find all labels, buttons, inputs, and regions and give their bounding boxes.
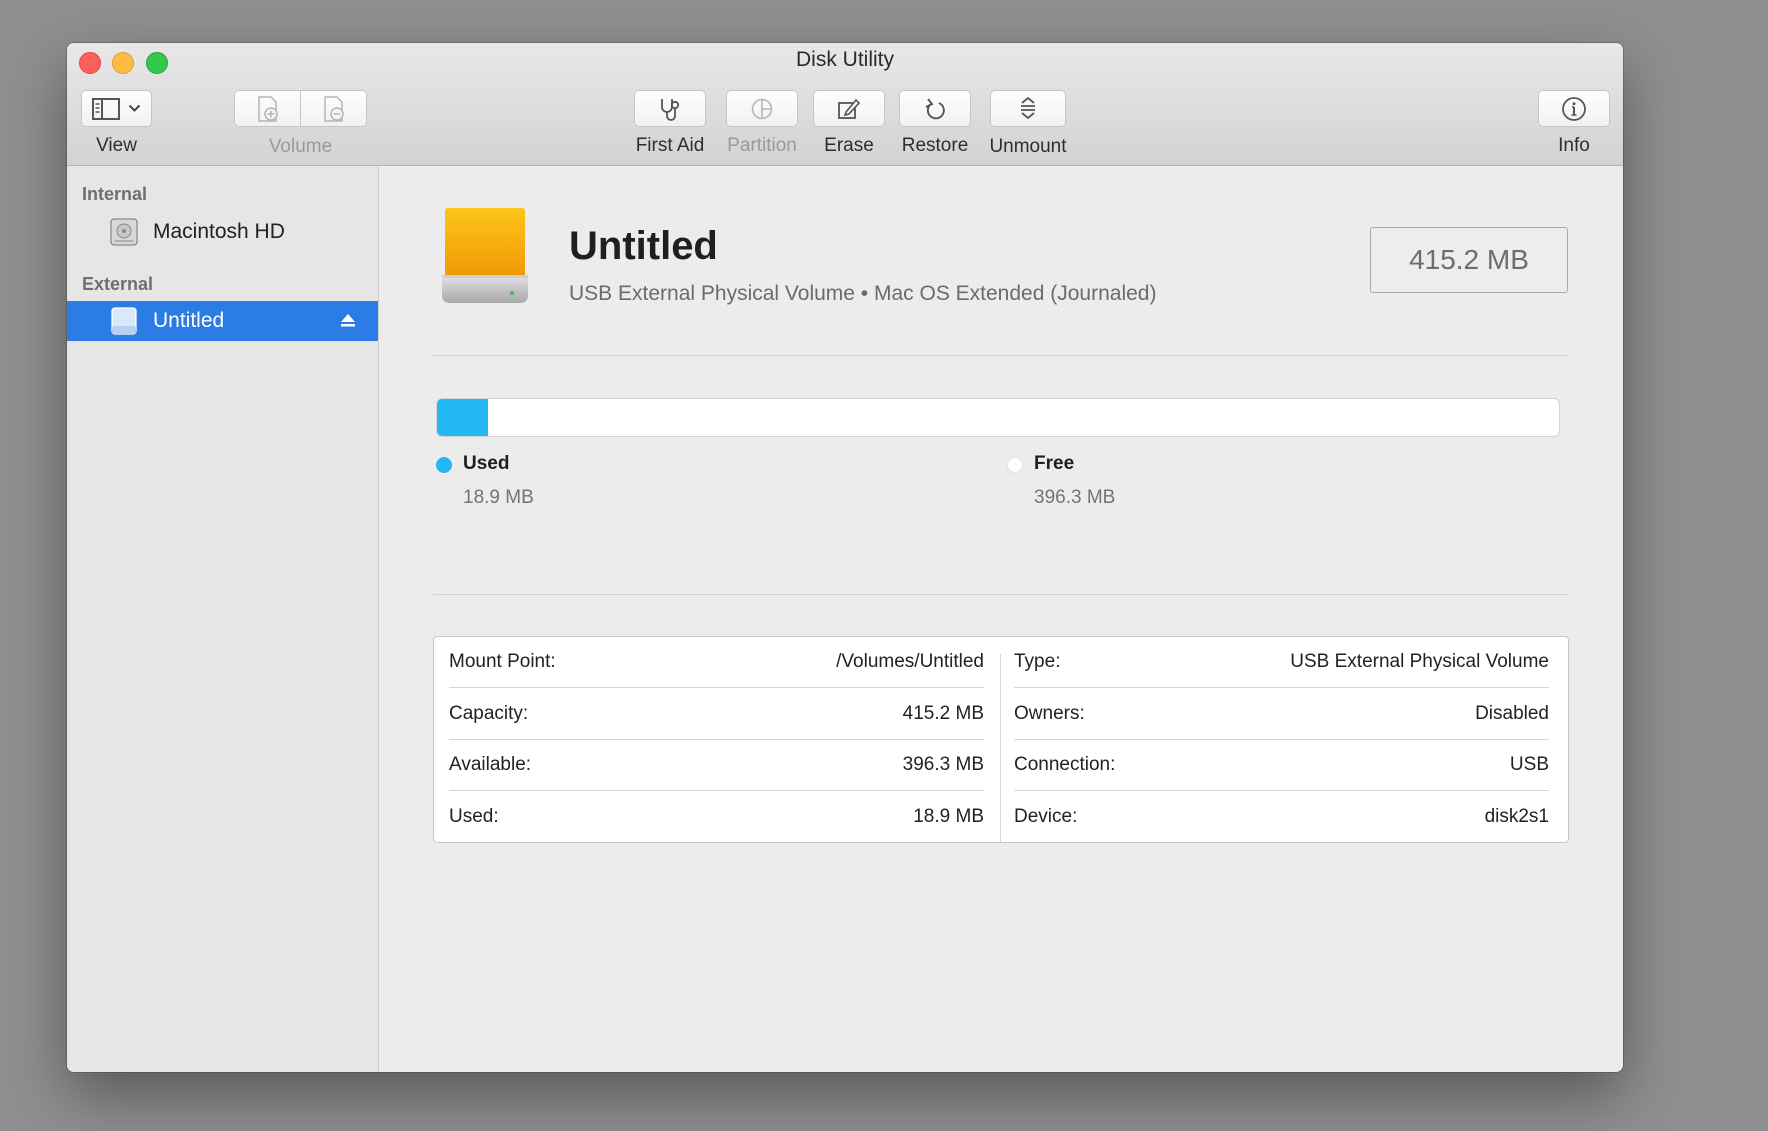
partition-group: Partition <box>726 90 798 157</box>
restore-label: Restore <box>901 135 969 156</box>
info-row-label: Owners: <box>1014 702 1085 724</box>
volume-group: Volume <box>234 90 367 158</box>
erase-group: Erase <box>813 90 885 157</box>
usb-drive-icon <box>439 207 531 307</box>
info-row-value: USB <box>1509 754 1549 775</box>
used-legend-value: 18.9 MB <box>463 487 534 508</box>
main-content: Untitled USB External Physical Volume • … <box>379 166 1623 1072</box>
usage-bar-used <box>437 399 489 436</box>
partition-button[interactable] <box>726 90 798 127</box>
info-row-label: Connection: <box>1014 754 1116 775</box>
stethoscope-icon <box>656 96 684 122</box>
pie-chart-icon <box>750 97 774 121</box>
info-row: Device: disk2s1 <box>1014 792 1549 843</box>
info-table-separator <box>1000 654 1001 842</box>
erase-pencil-icon <box>836 97 862 121</box>
unmount-group: Unmount <box>989 90 1067 158</box>
volume-size-badge: 415.2 MB <box>1370 227 1568 293</box>
info-label: Info <box>1558 135 1590 156</box>
view-label: View <box>96 135 137 156</box>
sidebar-header-internal: Internal <box>82 184 148 204</box>
info-group: Info <box>1538 90 1610 157</box>
restore-group: Restore <box>899 90 971 157</box>
info-row-value: USB External Physical Volume <box>1290 651 1549 672</box>
internal-disk-icon <box>109 217 139 247</box>
first-aid-group: First Aid <box>634 90 706 157</box>
free-legend-title: Free <box>1034 453 1075 474</box>
divider <box>433 594 1569 595</box>
window-title: Disk Utility <box>796 48 894 71</box>
volume-subtitle: USB External Physical Volume • Mac OS Ex… <box>569 282 1157 305</box>
info-row-label: Mount Point: <box>449 651 556 672</box>
unmount-label: Unmount <box>989 135 1067 157</box>
disk-utility-window: Disk Utility View Volume First Aid Parti… <box>67 43 1623 1072</box>
usage-bar <box>436 398 1560 437</box>
info-row-label: Used: <box>449 806 499 827</box>
info-row-label: Capacity: <box>449 702 529 724</box>
partition-label: Partition <box>727 135 797 156</box>
sidebar: Internal Macintosh HD External Untitled <box>67 166 379 1072</box>
erase-button[interactable] <box>813 90 885 127</box>
volume-name: Untitled <box>569 224 718 268</box>
info-icon <box>1561 96 1587 122</box>
info-row: Connection: USB <box>1014 740 1549 791</box>
chevron-down-icon <box>128 104 141 113</box>
restore-button[interactable] <box>899 90 971 127</box>
info-row: Type: USB External Physical Volume <box>1014 637 1549 688</box>
first-aid-button[interactable] <box>634 90 706 127</box>
info-row: Mount Point: /Volumes/Untitled <box>449 637 984 688</box>
info-row-value: 18.9 MB <box>913 806 984 827</box>
remove-volume-icon <box>323 95 344 122</box>
sidebar-item-label: Macintosh HD <box>153 220 285 243</box>
sidebar-item-label: Untitled <box>153 309 225 332</box>
used-legend-title: Used <box>463 453 510 474</box>
add-volume-button[interactable] <box>235 91 300 126</box>
remove-volume-button[interactable] <box>300 91 366 126</box>
title-bar: Disk Utility View Volume First Aid Parti… <box>67 43 1623 166</box>
free-legend-value: 396.3 MB <box>1034 487 1116 508</box>
eject-icon[interactable] <box>340 312 356 328</box>
used-legend-dot <box>436 457 452 473</box>
restore-arrow-icon <box>923 96 947 122</box>
info-row-value: 396.3 MB <box>902 754 984 775</box>
info-button[interactable] <box>1538 90 1610 127</box>
info-row-label: Type: <box>1014 651 1061 672</box>
sidebar-item-macintosh-hd[interactable]: Macintosh HD <box>67 212 378 252</box>
info-row-label: Available: <box>449 754 532 775</box>
erase-label: Erase <box>824 135 874 156</box>
info-row-value: disk2s1 <box>1484 806 1549 827</box>
view-group: View <box>80 90 153 157</box>
sidebar-item-untitled[interactable]: Untitled <box>67 301 378 341</box>
external-disk-icon <box>109 306 139 336</box>
sidebar-icon <box>92 97 120 120</box>
info-row-value: /Volumes/Untitled <box>836 651 984 672</box>
unmount-icon <box>1018 95 1038 123</box>
info-row-label: Device: <box>1014 806 1078 827</box>
volume-label: Volume <box>268 135 333 157</box>
info-row: Available: 396.3 MB <box>449 740 984 791</box>
volume-segmented-control <box>234 90 367 127</box>
info-row: Owners: Disabled <box>1014 689 1549 740</box>
info-row: Capacity: 415.2 MB <box>449 689 984 740</box>
info-row: Used: 18.9 MB <box>449 792 984 843</box>
view-button[interactable] <box>81 90 152 127</box>
divider <box>433 355 1569 356</box>
info-row-value: 415.2 MB <box>902 702 984 724</box>
unmount-button[interactable] <box>990 90 1066 127</box>
sidebar-header-external: External <box>82 274 154 294</box>
info-row-value: Disabled <box>1475 702 1549 724</box>
add-volume-icon <box>257 95 278 122</box>
info-table: Mount Point: /Volumes/Untitled Capacity: 41… <box>433 636 1569 843</box>
free-legend-dot <box>1007 457 1023 473</box>
